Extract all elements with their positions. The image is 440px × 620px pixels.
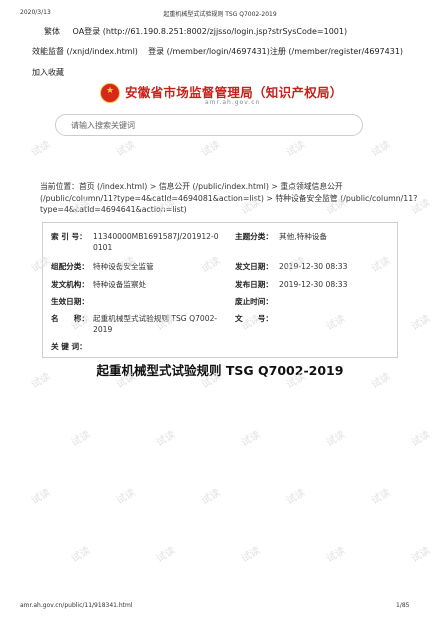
watermark-text: 试读: [409, 545, 433, 565]
print-footer-url: amr.ah.gov.cn/public/11/918341.html: [20, 602, 133, 609]
supervision-link[interactable]: 效能监督 (/xnjd/index.html): [32, 47, 138, 56]
add-favorite-link[interactable]: 加入收藏: [32, 67, 64, 78]
index-value: 11340000MB1691587J/201912-00101: [93, 232, 219, 252]
watermark-text: 试读: [29, 139, 53, 159]
watermark-text: 试读: [409, 313, 433, 333]
watermark-text: 试读: [324, 545, 348, 565]
release-value: 2019-12-30 08:33: [279, 280, 348, 289]
watermark-text: 试读: [199, 139, 223, 159]
traditional-link[interactable]: 繁体: [44, 27, 60, 36]
watermark-text: 试读: [114, 139, 138, 159]
issuer-label: 发文机构：: [51, 280, 89, 289]
document-meta-table: 索 引 号： 11340000MB1691587J/201912-00101 主…: [42, 222, 398, 358]
watermark-text: 试读: [284, 487, 308, 507]
top-bar: 繁体 OA登录 (http://61.190.8.251:8002/zjjsso…: [44, 26, 347, 37]
watermark-text: 试读: [154, 429, 178, 449]
watermark-text: 试读: [369, 487, 393, 507]
watermark-text: 试读: [69, 545, 93, 565]
topic-label: 主题分类：: [235, 232, 273, 241]
search-input[interactable]: 请输入搜索关键词: [55, 114, 363, 136]
login-register-link[interactable]: 登录 (/member/login/4697431)注册 (/member/re…: [148, 47, 403, 56]
watermark-text: 试读: [114, 487, 138, 507]
topic-value: 其他,特种设备: [279, 232, 327, 241]
watermark-text: 试读: [199, 487, 223, 507]
national-emblem-icon: ★: [100, 83, 120, 103]
print-title: 起重机械型式试验规则 TSG Q7002-2019: [163, 11, 277, 18]
effective-label: 生效日期：: [51, 297, 89, 306]
index-label: 索 引 号：: [51, 232, 87, 241]
breadcrumb[interactable]: 当前位置：首页 (/index.html) > 信息公开 (/public/in…: [40, 181, 420, 216]
watermark-text: 试读: [239, 429, 263, 449]
watermark-text: 试读: [284, 139, 308, 159]
abolish-label: 废止时间：: [235, 297, 273, 306]
issuer-value: 特种设备监察处: [93, 280, 147, 289]
watermark-text: 试读: [239, 545, 263, 565]
release-label: 发布日期：: [235, 280, 273, 289]
site-logo-url: amr.ah.gov.cn: [205, 99, 261, 106]
watermark-text: 试读: [69, 429, 93, 449]
print-page-number: 1/85: [396, 602, 410, 609]
watermark-text: 试读: [324, 429, 348, 449]
org-label: 组配分类：: [51, 262, 89, 271]
oa-login-link[interactable]: OA登录 (http://61.190.8.251:8002/zjjsso/lo…: [73, 27, 348, 36]
watermark-text: 试读: [154, 545, 178, 565]
pubdate-label: 发文日期：: [235, 262, 273, 271]
watermark-text: 试读: [409, 429, 433, 449]
watermark-text: 试读: [29, 487, 53, 507]
watermark-text: 试读: [369, 139, 393, 159]
nav-links: 效能监督 (/xnjd/index.html) 登录 (/member/logi…: [32, 46, 403, 57]
keywords-label: 关 键 词：: [51, 342, 87, 351]
